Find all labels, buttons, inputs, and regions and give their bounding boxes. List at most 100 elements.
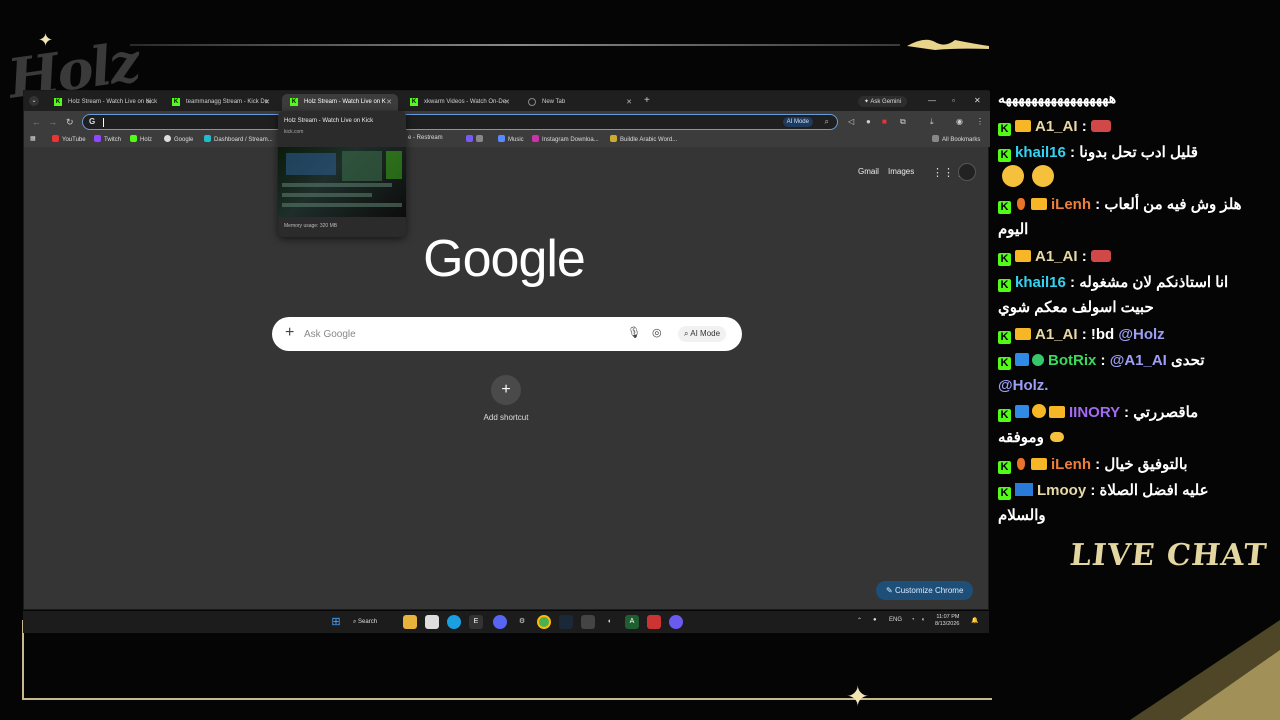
kick-badge-icon: K	[998, 253, 1011, 266]
record-icon[interactable]: ■	[882, 117, 887, 126]
decorative-line	[130, 44, 900, 46]
app-icon[interactable]: A	[625, 615, 639, 629]
tray-chevron-icon[interactable]: ⌃	[857, 617, 862, 624]
bookmark-google[interactable]: Google	[164, 135, 193, 143]
subscriber-badge-icon	[1015, 405, 1029, 418]
close-icon[interactable]: ✕	[504, 98, 510, 106]
extension-icon[interactable]: ●	[866, 117, 871, 126]
gold-brush-stroke	[907, 39, 989, 50]
bookmark-label: Twitch	[104, 137, 122, 143]
instagram-icon	[532, 135, 539, 142]
windows-start-icon[interactable]: ⊞	[329, 615, 343, 629]
chrome-icon[interactable]	[537, 615, 551, 629]
search-icon[interactable]: ⌕	[825, 117, 829, 127]
mic-tray-icon[interactable]: ●	[873, 617, 877, 623]
bookmark-restream[interactable]: e - Restream	[408, 135, 443, 141]
search-box[interactable]: + 🎙 ◎ ⌕ AI Mode	[272, 317, 742, 351]
tab[interactable]: K xkwarm Videos - Watch On-De ✕	[402, 94, 516, 111]
close-icon[interactable]: ✕	[264, 98, 270, 106]
preview-memory: Memory usage: 320 MB	[284, 223, 338, 229]
language-indicator[interactable]: ENG	[889, 617, 902, 623]
keyboard-icon[interactable]	[581, 615, 595, 629]
gift-badge-icon	[1032, 404, 1046, 418]
bookmark-buildle[interactable]: Buildle Arabic Word...	[610, 135, 677, 143]
apps-grid-icon[interactable]: ▦	[30, 135, 36, 142]
settings-icon[interactable]: ⚙	[515, 615, 529, 629]
close-icon[interactable]: ✕	[146, 98, 152, 106]
bookmark-instagram[interactable]: Instagram Downloa...	[532, 135, 599, 143]
network-icon[interactable]: ◔	[911, 617, 915, 623]
ask-gemini-button[interactable]: ✦ Ask Gemini	[858, 96, 908, 107]
app-icon[interactable]: ◐	[603, 615, 617, 629]
account-avatar[interactable]	[958, 163, 976, 181]
close-window-icon[interactable]: ✕	[974, 96, 981, 105]
add-shortcut-label: Add shortcut	[483, 413, 529, 422]
reload-icon[interactable]: ↻	[66, 117, 74, 128]
bookmark-twitch[interactable]: Twitch	[94, 135, 121, 143]
text-cursor	[103, 118, 104, 127]
chat-username: Lmooy	[1037, 482, 1087, 499]
close-icon[interactable]: ✕	[386, 98, 392, 106]
profile-icon[interactable]: ◉	[956, 117, 963, 126]
address-bar[interactable]: G AI Mode ⌕	[82, 114, 838, 130]
mute-icon[interactable]: ◁	[848, 117, 854, 126]
volume-icon[interactable]: ◖	[921, 617, 925, 623]
all-bookmarks-label: All Bookmarks	[942, 137, 981, 143]
search-input[interactable]	[304, 317, 614, 351]
chat-message: KiLenh : هلز وش فيه من ألعاب اليوم	[998, 196, 1242, 238]
bookmark-music[interactable]: Music	[498, 135, 524, 143]
customize-chrome-button[interactable]: ✎ Customize Chrome	[876, 581, 974, 600]
discord-icon[interactable]	[493, 615, 507, 629]
add-shortcut-button[interactable]: +	[491, 375, 521, 405]
forward-icon[interactable]: →	[48, 117, 57, 127]
maximize-icon[interactable]: ▫	[952, 96, 955, 105]
gmail-link[interactable]: Gmail	[858, 167, 879, 176]
taskbar-search[interactable]: ⌕ Search	[353, 615, 395, 629]
ai-mode-button[interactable]: AI Mode	[782, 117, 813, 127]
download-icon[interactable]: ⤓	[930, 117, 934, 127]
app-icon[interactable]	[647, 615, 661, 629]
extensions-icon[interactable]: ⧉	[900, 117, 906, 127]
tab-search-icon[interactable]: ⌄	[29, 96, 39, 106]
store-icon[interactable]	[425, 615, 439, 629]
close-icon[interactable]: ✕	[626, 98, 632, 106]
lens-icon[interactable]: ◎	[652, 326, 662, 339]
plus-icon[interactable]: +	[285, 324, 294, 342]
tab-title: Holz Stream - Watch Live on Kick	[68, 99, 158, 105]
taskbar-clock[interactable]: 11:07 PM 8/13/2026	[935, 614, 959, 628]
minimize-icon[interactable]: —	[928, 96, 936, 105]
chat-message-text: عليه افضل الصلاة	[1099, 482, 1209, 499]
bookmark-youtube[interactable]: YouTube	[52, 135, 86, 143]
youtube-icon	[52, 135, 59, 142]
bookmark-icon	[466, 135, 473, 142]
bookmark-misc[interactable]	[466, 135, 486, 143]
file-explorer-icon[interactable]	[403, 615, 417, 629]
ai-mode-button[interactable]: ⌕ AI Mode	[678, 326, 727, 342]
folder-icon	[932, 135, 939, 142]
lips-emoji-icon	[1090, 250, 1111, 262]
microphone-icon[interactable]: 🎙	[627, 326, 641, 339]
bookmark-icon	[476, 135, 483, 142]
tab-new[interactable]: New Tab ✕	[520, 94, 638, 111]
edge-icon[interactable]	[447, 615, 461, 629]
bookmark-dashboard[interactable]: Dashboard / Stream...	[204, 135, 273, 143]
notification-icon[interactable]: 🔔	[971, 617, 978, 624]
menu-icon[interactable]: ⋮	[976, 117, 984, 126]
bookmark-label: Buildle Arabic Word...	[620, 137, 678, 143]
bookmark-holz[interactable]: Holz	[130, 135, 152, 143]
tab[interactable]: K teammanagg Stream - Kick Dc ✕	[164, 94, 276, 111]
all-bookmarks[interactable]: All Bookmarks	[932, 135, 980, 143]
tab-active[interactable]: K Holz Stream - Watch Live on K ✕	[282, 94, 398, 111]
steam-icon[interactable]	[559, 615, 573, 629]
epic-games-icon[interactable]: E	[469, 615, 483, 629]
tab[interactable]: K Holz Stream - Watch Live on Kick ✕	[46, 94, 158, 111]
app-icon[interactable]	[669, 615, 683, 629]
kick-icon: K	[172, 98, 180, 106]
chat-message: K Lmooy : عليه افضل الصلاة والسلام	[998, 482, 1209, 524]
new-tab-button[interactable]: +	[644, 95, 650, 106]
chat-message-text: وموفقه	[998, 429, 1044, 446]
twitch-icon	[94, 135, 101, 142]
images-link[interactable]: Images	[888, 167, 914, 176]
windows-taskbar: ⊞ ⌕ Search E ⚙ ◐ A ⌃ ● ENG ◔ ◖ 11:07 PM …	[23, 611, 989, 633]
back-icon[interactable]: ←	[32, 117, 41, 127]
